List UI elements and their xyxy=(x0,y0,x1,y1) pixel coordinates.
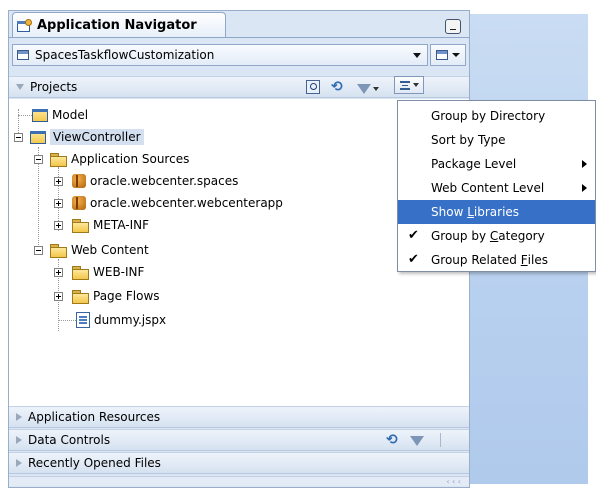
submenu-arrow-icon xyxy=(582,160,587,168)
application-icon xyxy=(17,50,29,60)
tab-application-navigator[interactable]: Application Navigator xyxy=(12,12,226,38)
chevron-down-icon[interactable] xyxy=(413,52,421,58)
expand-toggle[interactable] xyxy=(54,198,63,208)
data-controls-header[interactable]: Data Controls xyxy=(9,429,469,451)
chevron-down-icon xyxy=(412,83,419,87)
expand-icon[interactable] xyxy=(16,459,22,467)
tab-title: Application Navigator xyxy=(37,18,197,33)
tree-item-dummy-jspx[interactable]: dummy.jspx xyxy=(76,310,166,330)
application-selector[interactable]: SpacesTaskflowCustomization xyxy=(12,44,428,66)
menu-item-group-by-category[interactable]: ✔ Group by Category xyxy=(398,224,595,248)
menu-item-group-by-directory[interactable]: Group by Directory xyxy=(398,104,595,128)
refresh-icon: ⟲ xyxy=(331,79,343,95)
projects-header-label: Projects xyxy=(30,80,78,94)
package-icon xyxy=(72,196,86,210)
package-icon xyxy=(72,174,86,188)
collapse-toggle[interactable] xyxy=(34,154,43,164)
find-button[interactable] xyxy=(306,80,320,94)
tree-item-oracle-webcenter-webcenterapp[interactable]: oracle.webcenter.webcenterapp xyxy=(54,193,283,213)
minimize-button[interactable] xyxy=(445,19,461,34)
recently-opened-files-header[interactable]: Recently Opened Files xyxy=(9,452,469,474)
checkmark-icon: ✔ xyxy=(408,228,419,243)
application-menu-button[interactable] xyxy=(430,44,466,66)
navigator-options-menu: Group by Directory Sort by Type Package … xyxy=(397,100,596,272)
panel-footer: ‹ ‹ ‹ xyxy=(9,476,469,486)
expand-toggle[interactable] xyxy=(54,291,63,301)
filter-button[interactable] xyxy=(357,82,379,96)
chevron-down-icon xyxy=(452,53,460,57)
tree-item-viewcontroller[interactable]: ViewController xyxy=(14,127,144,147)
expand-toggle[interactable] xyxy=(54,267,63,277)
navigator-icon xyxy=(17,18,33,33)
jspx-file-icon xyxy=(76,312,90,328)
collapse-toggle[interactable] xyxy=(34,245,43,255)
tree-item-application-sources[interactable]: Application Sources xyxy=(34,149,189,169)
tree-item-model[interactable]: Model xyxy=(32,105,88,125)
menu-item-show-libraries[interactable]: Show Libraries xyxy=(398,200,595,224)
menu-item-package-level[interactable]: Package Level xyxy=(398,152,595,176)
folder-icon xyxy=(72,218,89,233)
filter-icon xyxy=(357,84,371,94)
chevron-down-icon xyxy=(373,87,379,91)
tab-divider xyxy=(8,37,470,38)
filter-icon xyxy=(410,436,424,446)
tree-item-page-flows[interactable]: Page Flows xyxy=(54,286,160,306)
application-selector-row: SpacesTaskflowCustomization xyxy=(12,42,466,70)
application-menu-icon xyxy=(436,50,448,60)
refresh-icon: ⟲ xyxy=(386,432,398,448)
tree-item-web-content[interactable]: Web Content xyxy=(34,240,149,260)
options-icon xyxy=(399,80,410,90)
menu-item-web-content-level[interactable]: Web Content Level xyxy=(398,176,595,200)
expand-icon[interactable] xyxy=(16,436,22,444)
search-icon xyxy=(306,80,320,94)
expand-toggle[interactable] xyxy=(54,220,63,230)
data-controls-refresh-button[interactable]: ⟲ xyxy=(386,433,398,447)
navigator-options-button[interactable] xyxy=(394,76,424,94)
project-icon xyxy=(32,108,48,122)
collapse-toggle[interactable] xyxy=(14,132,23,142)
folder-icon xyxy=(72,289,89,304)
folder-icon xyxy=(50,243,67,258)
project-icon xyxy=(30,130,46,144)
folder-icon xyxy=(72,265,89,280)
expand-toggle[interactable] xyxy=(54,176,63,186)
menu-item-sort-by-type[interactable]: Sort by Type xyxy=(398,128,595,152)
folder-icon xyxy=(50,152,67,167)
collapse-icon[interactable] xyxy=(16,84,24,90)
sync-button[interactable]: ⟲ xyxy=(331,80,343,94)
data-controls-filter-button[interactable] xyxy=(410,434,424,448)
tree-item-oracle-webcenter-spaces[interactable]: oracle.webcenter.spaces xyxy=(54,171,238,191)
toolbar-separator xyxy=(440,433,441,447)
expand-icon[interactable] xyxy=(16,413,22,421)
checkmark-icon: ✔ xyxy=(408,252,419,267)
application-resources-header[interactable]: Application Resources xyxy=(9,406,469,428)
tree-item-meta-inf[interactable]: META-INF xyxy=(54,215,149,235)
menu-item-group-related-files[interactable]: ✔ Group Related Files xyxy=(398,248,595,272)
tree-item-web-inf[interactable]: WEB-INF xyxy=(54,262,144,282)
application-name: SpacesTaskflowCustomization xyxy=(35,48,215,62)
submenu-arrow-icon xyxy=(582,184,587,192)
